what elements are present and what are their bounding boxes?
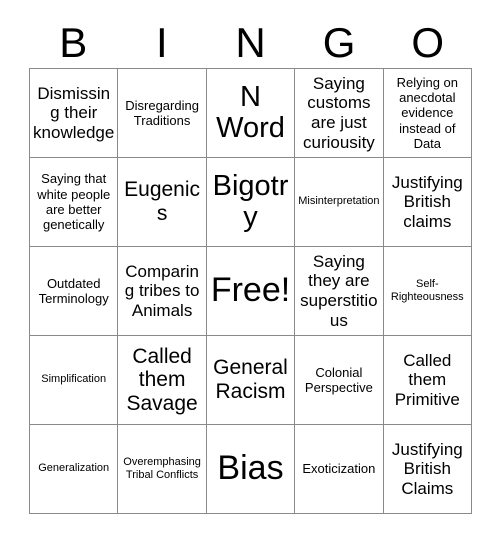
bingo-cell-label: Colonial Perspective (304, 364, 373, 395)
bingo-cell-label: Called them Primitive (394, 350, 460, 409)
bingo-cell-i2[interactable]: Eugenics (118, 158, 207, 247)
bingo-cell-label: Eugenics (124, 178, 201, 225)
bingo-cell-g4[interactable]: Colonial Perspective (295, 336, 384, 425)
bingo-cell-b1[interactable]: Dismissing their knowledge (30, 69, 119, 158)
bingo-cell-b4[interactable]: Simplification (30, 336, 119, 425)
bingo-cell-label: Generalization (38, 462, 110, 475)
bingo-cell-label: Justifying British claims (391, 172, 463, 231)
bingo-cell-n4[interactable]: General Racism (206, 336, 296, 425)
bingo-cell-i4[interactable]: Called them Savage (118, 336, 207, 425)
header-letter-b: B (59, 19, 88, 66)
header-letter-n: N (235, 19, 266, 66)
bingo-cell-label: Disregarding Traditions (125, 97, 199, 128)
bingo-cell-label: Exoticization (302, 461, 376, 477)
bingo-cell-label: Misinterpretation (298, 195, 380, 208)
header-letter-g: G (322, 19, 356, 66)
header-letter-i: I (156, 19, 168, 66)
bingo-cell-i1[interactable]: Disregarding Traditions (118, 69, 207, 158)
bingo-header: B I N G O (29, 18, 472, 68)
bingo-cell-label: Bigotry (212, 170, 289, 233)
bingo-cell-o3[interactable]: Self-Righteousness (383, 247, 472, 336)
bingo-cell-label: Simplification (41, 373, 107, 386)
bingo-cell-b2[interactable]: Saying that white people are better gene… (30, 158, 119, 247)
bingo-cell-o2[interactable]: Justifying British claims (383, 158, 472, 247)
bingo-cell-label: Dismissing their knowledge (33, 83, 115, 142)
bingo-cell-label: Relying on anecdotal evidence instead of… (396, 74, 459, 151)
bingo-cell-label: Called them Savage (126, 344, 198, 415)
bingo-cell-label: Overemphasing Tribal Conflicts (123, 455, 201, 481)
bingo-card: B I N G O Dismissing their knowledge Dis… (0, 0, 500, 544)
bingo-cell-g5[interactable]: Exoticization (295, 425, 384, 514)
bingo-cell-g1[interactable]: Saying customs are just curiousity (295, 69, 384, 158)
bingo-cell-n5[interactable]: Bias (206, 425, 296, 514)
bingo-cell-label: General Racism (213, 356, 288, 403)
bingo-cell-n1[interactable]: N Word (206, 69, 296, 158)
bingo-cell-o1[interactable]: Relying on anecdotal evidence instead of… (383, 69, 472, 158)
bingo-cell-o5[interactable]: Justifying British Claims (383, 425, 472, 514)
bingo-cell-b3[interactable]: Outdated Terminology (30, 247, 119, 336)
bingo-cell-label: Self-Righteousness (390, 277, 464, 303)
bingo-cell-i3[interactable]: Comparing tribes to Animals (118, 247, 207, 336)
header-letter-o: O (411, 19, 444, 66)
bingo-cell-label: Saying customs are just curiousity (302, 73, 375, 152)
bingo-cell-g2[interactable]: Misinterpretation (295, 158, 384, 247)
bingo-cell-label: Outdated Terminology (38, 275, 109, 306)
bingo-cell-label: Comparing tribes to Animals (124, 261, 200, 320)
bingo-cell-label: N Word (216, 81, 285, 144)
free-space-label: Free! (210, 271, 291, 310)
bingo-grid: Dismissing their knowledge Disregarding … (29, 68, 472, 514)
bingo-cell-label: Saying they are superstitious (300, 251, 378, 330)
bingo-cell-b5[interactable]: Generalization (30, 425, 119, 514)
bingo-cell-free-space[interactable]: Free! (206, 247, 296, 336)
bingo-cell-label: Bias (217, 449, 284, 488)
bingo-cell-label: Justifying British Claims (391, 439, 463, 498)
bingo-cell-i5[interactable]: Overemphasing Tribal Conflicts (118, 425, 207, 514)
bingo-cell-g3[interactable]: Saying they are superstitious (295, 247, 384, 336)
bingo-cell-label: Saying that white people are better gene… (37, 171, 111, 233)
bingo-cell-n2[interactable]: Bigotry (206, 158, 296, 247)
bingo-cell-o4[interactable]: Called them Primitive (383, 336, 472, 425)
